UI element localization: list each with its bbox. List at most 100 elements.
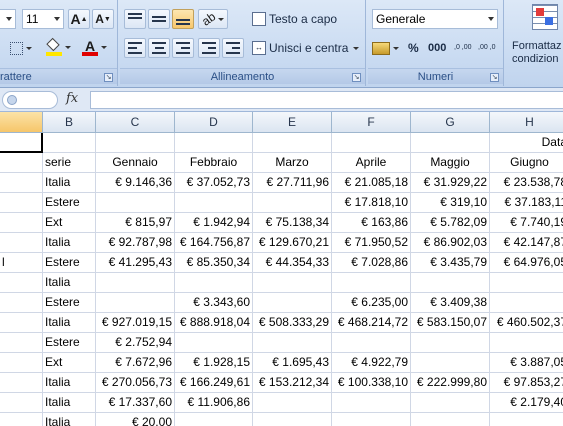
- borders-button[interactable]: [10, 38, 32, 58]
- cell[interactable]: serie: [43, 153, 96, 173]
- wrap-text-button[interactable]: Testo a capo: [252, 9, 337, 29]
- column-header-d[interactable]: D: [175, 112, 253, 133]
- cell[interactable]: [332, 393, 411, 413]
- cell[interactable]: [253, 193, 332, 213]
- alignment-dialog-launcher[interactable]: ↘: [352, 73, 361, 82]
- cell[interactable]: [96, 133, 175, 153]
- cell[interactable]: € 129.670,21: [253, 233, 332, 253]
- cell[interactable]: € 815,97: [96, 213, 175, 233]
- cell[interactable]: € 86.902,03: [411, 233, 490, 253]
- cell[interactable]: € 1.928,15: [175, 353, 253, 373]
- cell[interactable]: [411, 273, 490, 293]
- cell[interactable]: € 2.752,94: [96, 333, 175, 353]
- cell[interactable]: Italia: [43, 413, 96, 426]
- cell[interactable]: Italia: [43, 173, 96, 193]
- cell[interactable]: Italia: [43, 233, 96, 253]
- cell[interactable]: Marzo: [253, 153, 332, 173]
- cell[interactable]: [253, 333, 332, 353]
- increase-indent-button[interactable]: [222, 38, 244, 58]
- orientation-button[interactable]: ab: [198, 9, 228, 29]
- cell[interactable]: [411, 393, 490, 413]
- cell[interactable]: € 21.085,18: [332, 173, 411, 193]
- thousands-separator-button[interactable]: 000: [428, 38, 446, 58]
- cell[interactable]: € 4.922,79: [332, 353, 411, 373]
- cell[interactable]: Ext: [43, 213, 96, 233]
- cell[interactable]: l: [0, 253, 43, 273]
- cell[interactable]: € 1.942,94: [175, 213, 253, 233]
- cell[interactable]: € 44.354,33: [253, 253, 332, 273]
- cell[interactable]: € 3.887,05: [490, 353, 563, 373]
- cell[interactable]: [411, 353, 490, 373]
- cell[interactable]: [0, 413, 43, 426]
- cell[interactable]: [253, 413, 332, 426]
- column-header-h[interactable]: H: [490, 112, 563, 133]
- cell[interactable]: [332, 273, 411, 293]
- cell[interactable]: [490, 273, 563, 293]
- cell[interactable]: [253, 133, 332, 153]
- cell[interactable]: [0, 293, 43, 313]
- cell[interactable]: [0, 153, 43, 173]
- cell[interactable]: [0, 193, 43, 213]
- cell[interactable]: [0, 353, 43, 373]
- cell[interactable]: [0, 273, 43, 293]
- cell[interactable]: € 17.337,60: [96, 393, 175, 413]
- cell[interactable]: [175, 413, 253, 426]
- cell[interactable]: [0, 213, 43, 233]
- cell[interactable]: [0, 393, 43, 413]
- cell[interactable]: € 163,86: [332, 213, 411, 233]
- align-right-button[interactable]: [172, 38, 194, 58]
- cell[interactable]: € 100.338,10: [332, 373, 411, 393]
- cell[interactable]: € 37.052,73: [175, 173, 253, 193]
- cell[interactable]: Italia: [43, 373, 96, 393]
- cell[interactable]: [0, 333, 43, 353]
- cell[interactable]: [43, 133, 96, 153]
- cell[interactable]: € 3.435,79: [411, 253, 490, 273]
- cell[interactable]: [411, 133, 490, 153]
- cell[interactable]: Gennaio: [96, 153, 175, 173]
- cell[interactable]: Data: [490, 133, 563, 153]
- align-bottom-button[interactable]: [172, 9, 194, 29]
- cell[interactable]: [411, 413, 490, 426]
- cell[interactable]: Estere: [43, 333, 96, 353]
- cell[interactable]: € 23.538,78: [490, 173, 563, 193]
- cell[interactable]: € 583.150,07: [411, 313, 490, 333]
- cell[interactable]: [175, 333, 253, 353]
- cell[interactable]: [0, 233, 43, 253]
- cell[interactable]: € 92.787,98: [96, 233, 175, 253]
- cell[interactable]: [332, 133, 411, 153]
- cell[interactable]: € 7.672,96: [96, 353, 175, 373]
- align-top-button[interactable]: [124, 9, 146, 29]
- cell[interactable]: [96, 193, 175, 213]
- cell[interactable]: [253, 293, 332, 313]
- cell[interactable]: [332, 333, 411, 353]
- column-header-a[interactable]: [0, 112, 43, 133]
- fill-color-button[interactable]: [46, 36, 71, 58]
- name-box-expand-icon[interactable]: [7, 95, 17, 105]
- cell[interactable]: € 75.138,34: [253, 213, 332, 233]
- shrink-font-button[interactable]: A ▼: [92, 9, 114, 29]
- decrease-decimal-button[interactable]: ,00 ,0: [478, 36, 498, 60]
- cell[interactable]: [490, 333, 563, 353]
- cell[interactable]: [253, 393, 332, 413]
- formula-input[interactable]: [90, 91, 563, 109]
- cell[interactable]: € 27.711,96: [253, 173, 332, 193]
- column-header-g[interactable]: G: [411, 112, 490, 133]
- cell[interactable]: € 7.028,86: [332, 253, 411, 273]
- cell[interactable]: € 5.782,09: [411, 213, 490, 233]
- cell[interactable]: € 71.950,52: [332, 233, 411, 253]
- cell[interactable]: € 166.249,61: [175, 373, 253, 393]
- cell[interactable]: [0, 173, 43, 193]
- cell[interactable]: € 153.212,34: [253, 373, 332, 393]
- cell[interactable]: [332, 413, 411, 426]
- font-name-dropdown-arrow[interactable]: [0, 9, 16, 29]
- cell[interactable]: Ext: [43, 353, 96, 373]
- cell[interactable]: € 42.147,87: [490, 233, 563, 253]
- cell[interactable]: € 9.146,36: [96, 173, 175, 193]
- align-left-button[interactable]: [124, 38, 146, 58]
- column-header-c[interactable]: C: [96, 112, 175, 133]
- font-size-dropdown[interactable]: 11: [22, 9, 64, 29]
- font-dialog-launcher[interactable]: ↘: [104, 73, 113, 82]
- cell[interactable]: Estere: [43, 293, 96, 313]
- cell[interactable]: € 1.695,43: [253, 353, 332, 373]
- cell[interactable]: € 97.853,27: [490, 373, 563, 393]
